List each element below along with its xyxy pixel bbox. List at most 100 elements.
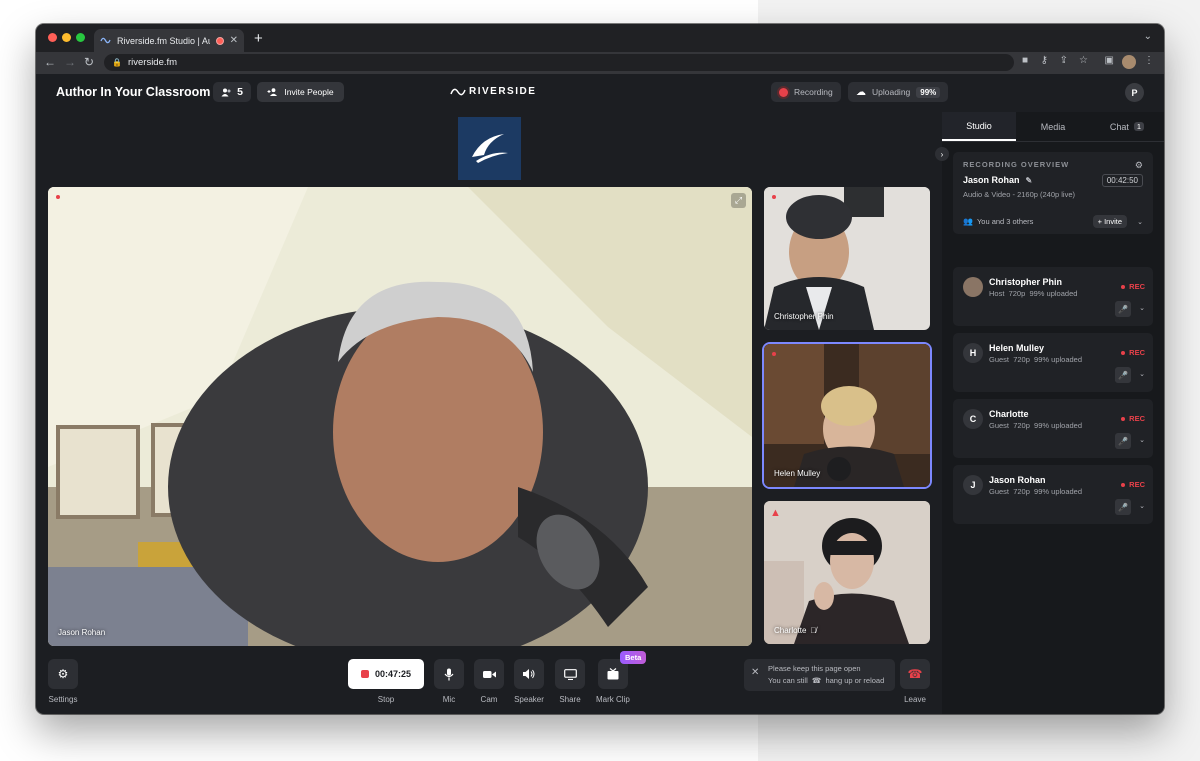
participant-chevron-down-icon[interactable]: ⌄ [1139,304,1145,312]
participant-resolution: 720p [1008,289,1026,298]
forward-arrow-icon[interactable]: → [64,55,76,69]
overview-gear-icon[interactable]: ⚙ [1135,160,1143,171]
new-tab-button[interactable]: + [254,30,263,47]
invite-people-button[interactable]: Invite People [257,82,344,102]
edit-pencil-icon[interactable]: ✎ [1026,176,1033,185]
settings-gear-icon[interactable]: ⚙ [48,659,78,689]
hang-up-phone-icon[interactable]: ☎ [900,659,930,689]
participant-resolution: 720p [1013,355,1030,364]
main-video-tile[interactable]: ⤢ Jason Rohan [48,187,752,646]
participant-chevron-down-icon[interactable]: ⌄ [1139,436,1145,444]
participant-avatar: J [963,475,983,495]
tile-name-label: Charlotte [774,626,807,635]
warning-icon[interactable]: ▲ [770,507,781,519]
participant-card[interactable]: H Helen Mulley Guest 720p 99% uploaded R… [953,333,1153,392]
user-avatar[interactable]: P [1125,83,1144,102]
cam-control[interactable]: Cam [474,659,504,704]
participant-mic-icon[interactable]: 🎤 [1115,499,1131,515]
sidebar-toggle-icon[interactable]: ▣ [1105,55,1114,66]
logo-text: RIVERSIDE [469,86,537,97]
stop-control[interactable]: 00:47:25 Stop [348,659,424,704]
participant-name: Helen Mulley [989,343,1045,353]
riverside-favicon-icon [100,37,111,44]
show-brand-logo [458,117,521,180]
panel-tabs: Studio Media Chat 1 [942,112,1164,142]
share-icon[interactable]: ⇪ [1060,55,1068,66]
tab-media[interactable]: Media [1016,112,1090,141]
tile-recording-dot [772,195,776,199]
participant-chevron-down-icon[interactable]: ⌄ [1139,370,1145,378]
participant-role: Guest [989,487,1010,496]
participant-chevron-down-icon[interactable]: ⌄ [1139,502,1145,510]
participant-tile[interactable]: ▲ Charlotte 🎙̸ [764,501,930,644]
invite-people-label: Invite People [284,87,334,97]
tab-title: Riverside.fm Studio | Autho [117,35,210,46]
speaker-icon[interactable] [514,659,544,689]
upload-status: ☁ Uploading 99% [848,82,949,102]
back-arrow-icon[interactable]: ← [44,55,56,69]
uploading-label: Uploading [872,87,911,97]
participant-card[interactable]: J Jason Rohan Guest 720p 99% uploaded RE… [953,465,1153,524]
participant-role: Guest [989,355,1010,364]
minimize-window-button[interactable] [62,33,71,42]
overview-timer: 00:42:50 [1101,174,1143,187]
browser-toolbar: ← → ↻ 🔒 riverside.fm ■ ⚷ ⇪ ☆ ▣ ⋮ [36,52,1164,74]
tab-media-label: Media [1040,121,1066,132]
expand-icon[interactable]: ⤢ [731,193,746,208]
tab-search-chevron-icon[interactable]: ⌄ [1144,31,1152,42]
notice-close-icon[interactable]: ✕ [751,667,759,679]
panel-collapse-chevron-icon[interactable]: › [935,147,949,161]
participant-avatar [963,277,983,297]
key-icon[interactable]: ⚷ [1041,55,1048,66]
address-url: riverside.fm [127,57,178,68]
participant-tile-active[interactable]: Helen Mulley [764,344,930,487]
settings-control[interactable]: ⚙ Settings [48,659,78,704]
leave-control[interactable]: ☎ Leave [900,659,930,704]
maximize-window-button[interactable] [76,33,85,42]
overview-chevron-down-icon[interactable]: ⌄ [1137,218,1143,226]
participant-card[interactable]: Christopher Phin Host 720p 99% uploaded … [953,267,1153,326]
browser-tab-bar: Riverside.fm Studio | Autho ✕ + ⌄ [36,24,1164,52]
tab-recording-icon [215,36,224,45]
close-window-button[interactable] [48,33,57,42]
reload-icon[interactable]: ↻ [84,55,94,69]
chrome-profile-avatar[interactable] [1122,55,1136,69]
participant-mic-muted-icon[interactable]: 🎤 [1115,433,1131,449]
participant-meta: Guest 720p 99% uploaded [989,421,1082,430]
speaker-control[interactable]: Speaker [514,659,544,704]
chat-count-badge: 1 [1133,122,1145,131]
tile-name: Christopher Phin [774,312,834,321]
upload-percent-badge: 99% [916,86,941,98]
participant-tile[interactable]: Christopher Phin [764,187,930,330]
overview-invite-label: Invite [1104,217,1122,226]
participant-card[interactable]: C Charlotte Guest 720p 99% uploaded REC … [953,399,1153,458]
stop-recording-button[interactable]: 00:47:25 [348,659,424,689]
people-icon [221,88,231,96]
camera-icon[interactable] [474,659,504,689]
chrome-menu-icon[interactable]: ⋮ [1144,55,1154,66]
address-bar[interactable]: 🔒 riverside.fm [104,54,1014,71]
microphone-icon[interactable] [434,659,464,689]
people-count-button[interactable]: 5 [213,82,251,102]
tab-chat-label: Chat [1109,121,1129,132]
tab-studio[interactable]: Studio [942,112,1016,141]
browser-tab[interactable]: Riverside.fm Studio | Autho ✕ [94,29,244,52]
settings-label: Settings [48,695,78,704]
participant-meta: Guest 720p 99% uploaded [989,355,1082,364]
bookmark-star-icon[interactable]: ☆ [1079,55,1088,66]
camera-in-use-icon[interactable]: ■ [1022,55,1028,66]
mark-clip-control[interactable]: Mark Clip [596,659,630,704]
tab-chat[interactable]: Chat 1 [1090,112,1164,141]
participant-upload: 99% uploaded [1034,421,1083,430]
mic-control[interactable]: Mic [434,659,464,704]
participant-mic-icon[interactable]: 🎤 [1115,301,1131,317]
recording-status: Recording [771,82,841,102]
participant-upload: 99% uploaded [1029,289,1078,298]
participant-mic-icon[interactable]: 🎤 [1115,367,1131,383]
overview-invite-button[interactable]: + Invite [1092,215,1127,228]
share-control[interactable]: Share [555,659,585,704]
studio-header: Author In Your Classroom 5 Invite People… [36,74,1164,112]
screen-share-icon[interactable] [555,659,585,689]
tab-close-icon[interactable]: ✕ [230,35,238,46]
show-logo-wings-icon [472,134,508,163]
